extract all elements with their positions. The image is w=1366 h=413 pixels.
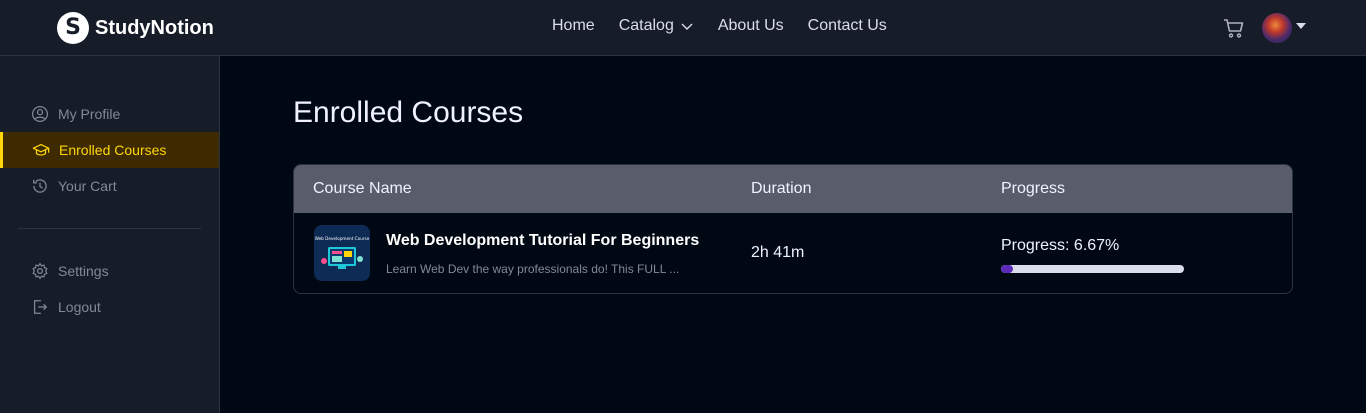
course-thumbnail-graphic: Web Development Course xyxy=(314,225,370,281)
course-title[interactable]: Web Development Tutorial For Beginners xyxy=(386,232,699,250)
logo-text: StudyNotion xyxy=(95,16,214,39)
thumbnail-caption: Web Development Course xyxy=(315,236,370,241)
header-duration: Duration xyxy=(751,180,812,197)
dashboard-sidebar: My Profile Enrolled Courses Your Cart Se… xyxy=(0,56,220,413)
top-navbar: S StudyNotion Home Catalog About Us Cont… xyxy=(0,0,1366,56)
course-thumbnail[interactable]: Web Development Course xyxy=(314,225,370,281)
course-description: Learn Web Dev the way professionals do! … xyxy=(386,262,680,276)
sidebar-item-your-cart[interactable]: Your Cart xyxy=(0,168,219,204)
sidebar-divider xyxy=(18,228,201,229)
course-duration: 2h 41m xyxy=(751,244,805,261)
logout-icon xyxy=(33,300,48,314)
cart-icon[interactable] xyxy=(1222,16,1246,40)
nav-link-about[interactable]: About Us xyxy=(718,17,784,35)
page-title: Enrolled Courses xyxy=(293,96,524,129)
nav-link-home[interactable]: Home xyxy=(552,17,595,35)
sidebar-item-settings[interactable]: Settings xyxy=(0,253,219,289)
progress-bar-fill xyxy=(1001,265,1014,273)
sidebar-item-logout[interactable]: Logout xyxy=(0,289,219,325)
chevron-down-icon xyxy=(681,23,693,30)
nav-links: Home Catalog About Us Contact Us xyxy=(552,17,911,35)
brand-logo[interactable]: S StudyNotion xyxy=(57,12,214,44)
table-header: Course Name Duration Progress xyxy=(294,165,1292,213)
table-row[interactable]: Web Development Course Web Development T… xyxy=(294,213,1292,293)
logo-badge: S xyxy=(57,12,89,44)
user-avatar[interactable] xyxy=(1262,13,1292,43)
enrolled-courses-table: Course Name Duration Progress Web Develo… xyxy=(293,164,1293,294)
caret-down-icon[interactable] xyxy=(1296,23,1306,29)
graduation-cap-icon xyxy=(32,143,50,156)
history-icon xyxy=(33,179,47,193)
progress-bar xyxy=(1001,265,1184,273)
header-progress: Progress xyxy=(1001,180,1066,197)
profile-icon xyxy=(31,105,49,123)
sidebar-item-enrolled-courses[interactable]: Enrolled Courses xyxy=(0,132,219,168)
progress-label: Progress: 6.67% xyxy=(1001,237,1120,254)
gear-icon xyxy=(32,263,48,279)
sidebar-item-my-profile[interactable]: My Profile xyxy=(0,96,219,132)
nav-link-contact[interactable]: Contact Us xyxy=(808,17,887,35)
nav-link-catalog[interactable]: Catalog xyxy=(619,17,694,35)
header-course-name: Course Name xyxy=(313,180,412,197)
